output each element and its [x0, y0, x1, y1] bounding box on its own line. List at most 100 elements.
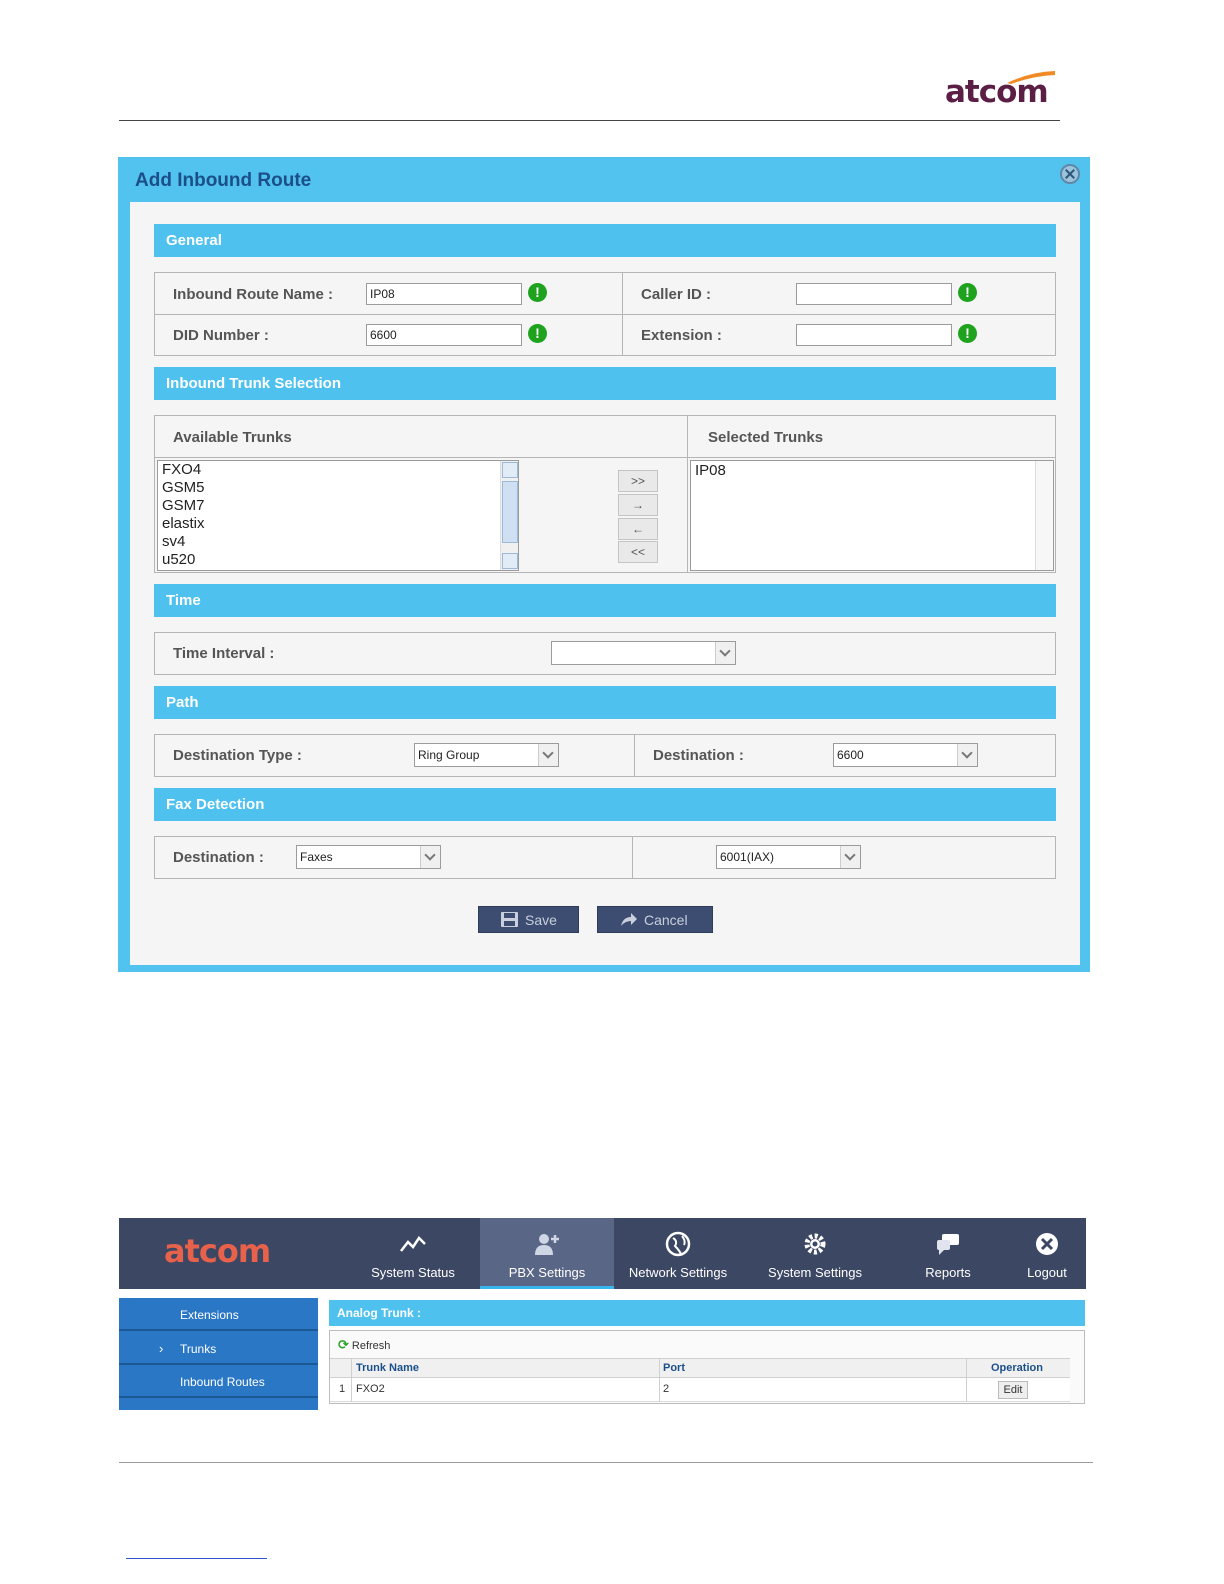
scroll-up-icon[interactable] — [502, 462, 518, 478]
dialog-body: General Inbound Route Name : IP08 ! Call… — [130, 202, 1080, 965]
top-nav-bar: atcom System Status PBX Settings Network… — [119, 1218, 1086, 1289]
did-number-input[interactable]: 6600 — [366, 324, 522, 346]
valid-icon: ! — [528, 283, 547, 302]
path-panel: Destination Type : Ring Group Destinatio… — [154, 734, 1056, 777]
sidebar-item-trunks[interactable]: › Trunks — [119, 1332, 318, 1365]
extension-label: Extension : — [641, 327, 722, 344]
valid-icon: ! — [958, 324, 977, 343]
chevron-down-icon — [957, 744, 977, 766]
available-trunks-list[interactable]: FXO4 GSM5 GSM7 elastix sv4 u520 — [157, 460, 519, 571]
fax-destination-label: Destination : — [173, 849, 264, 866]
scrollbar — [1035, 461, 1053, 570]
general-panel: Inbound Route Name : IP08 ! Caller ID : … — [154, 272, 1056, 356]
footer-rule — [119, 1462, 1093, 1463]
route-name-label: Inbound Route Name : — [173, 286, 333, 303]
remove-all-button[interactable]: << — [618, 541, 658, 563]
list-item[interactable]: IP08 — [691, 461, 1053, 480]
chevron-down-icon — [420, 846, 440, 868]
row-index: 1 — [339, 1383, 346, 1395]
chevron-right-icon: › — [159, 1341, 164, 1356]
selected-trunks-label: Selected Trunks — [708, 429, 824, 446]
time-interval-select[interactable] — [551, 641, 736, 665]
globe-icon — [665, 1231, 691, 1257]
trunk-grid: ⟳ Refresh Trunk Name Port Operation 1 FXO… — [329, 1330, 1085, 1404]
nav-logout[interactable]: Logout — [1014, 1218, 1080, 1289]
section-fax-heading: Fax Detection — [154, 788, 1056, 821]
nav-network-settings[interactable]: Network Settings — [618, 1218, 738, 1289]
destination-select[interactable]: 6600 — [833, 743, 978, 767]
cell-trunk-name: FXO2 — [356, 1383, 385, 1395]
edit-button[interactable]: Edit — [998, 1381, 1028, 1399]
nav-pbx-settings[interactable]: PBX Settings — [480, 1218, 614, 1289]
selected-trunks-list[interactable]: IP08 — [690, 460, 1054, 571]
list-item[interactable]: GSM7 — [158, 497, 518, 515]
sidebar-item-extensions[interactable]: Extensions — [119, 1298, 318, 1331]
fax-destination-select[interactable]: 6001(IAX) — [716, 845, 861, 869]
list-item[interactable]: elastix — [158, 515, 518, 533]
list-item[interactable]: sv4 — [158, 533, 518, 551]
column-header-trunk-name[interactable]: Trunk Name — [356, 1362, 419, 1374]
trunk-selection-panel: Available Trunks Selected Trunks FXO4 GS… — [154, 415, 1056, 573]
destination-type-label: Destination Type : — [173, 747, 302, 764]
pbx-web-ui: atcom System Status PBX Settings Network… — [119, 1218, 1086, 1410]
fax-destination-type-select[interactable]: Faxes — [296, 845, 441, 869]
section-general-heading: General — [154, 224, 1056, 257]
chevron-down-icon — [538, 744, 558, 766]
pbx-sidebar: Extensions › Trunks Inbound Routes — [119, 1298, 318, 1410]
nav-system-settings[interactable]: System Settings — [752, 1218, 878, 1289]
chat-icon — [937, 1234, 959, 1255]
chart-line-icon — [400, 1236, 426, 1252]
content-heading: Analog Trunk : — [329, 1300, 1085, 1326]
valid-icon: ! — [958, 283, 977, 302]
refresh-icon: ⟳ — [338, 1337, 349, 1352]
fax-panel: Destination : Faxes 6001(IAX) — [154, 836, 1056, 879]
save-icon — [501, 912, 518, 927]
remove-button[interactable]: ← — [618, 518, 658, 540]
available-trunks-label: Available Trunks — [173, 429, 292, 446]
close-circle-icon — [1036, 1233, 1058, 1255]
list-item[interactable]: FXO4 — [158, 461, 518, 479]
section-path-heading: Path — [154, 686, 1056, 719]
chevron-down-icon — [715, 642, 735, 664]
cell-port: 2 — [663, 1383, 670, 1395]
time-interval-label: Time Interval : — [173, 645, 275, 662]
list-item[interactable]: GSM5 — [158, 479, 518, 497]
add-button[interactable]: → — [618, 494, 658, 516]
nav-reports[interactable]: Reports — [909, 1218, 987, 1289]
atcom-logo: atcom — [945, 70, 1060, 110]
list-item[interactable]: u520 — [158, 551, 518, 569]
did-number-label: DID Number : — [173, 327, 269, 344]
chevron-down-icon — [840, 846, 860, 868]
add-user-icon — [535, 1234, 559, 1255]
add-all-button[interactable]: >> — [618, 470, 658, 492]
destination-label: Destination : — [653, 747, 744, 764]
destination-type-select[interactable]: Ring Group — [414, 743, 559, 767]
valid-icon: ! — [528, 324, 547, 343]
logo-text: atcom — [945, 74, 1049, 110]
section-time-heading: Time — [154, 584, 1056, 617]
save-button[interactable]: Save — [478, 906, 579, 933]
close-icon[interactable] — [1060, 164, 1080, 184]
add-inbound-route-dialog: Add Inbound Route General Inbound Route … — [118, 157, 1090, 972]
scroll-down-icon[interactable] — [502, 553, 518, 569]
pbx-logo: atcom — [164, 1232, 271, 1270]
scrollbar[interactable] — [500, 461, 518, 570]
header-rule — [119, 120, 1060, 121]
footer-link-underline — [126, 1558, 267, 1559]
cancel-button[interactable]: Cancel — [597, 906, 713, 933]
grid-header: Trunk Name Port Operation — [330, 1358, 1070, 1378]
refresh-button[interactable]: ⟳ Refresh — [338, 1337, 390, 1353]
section-trunk-selection-heading: Inbound Trunk Selection — [154, 367, 1056, 400]
sidebar-item-inbound-routes[interactable]: Inbound Routes — [119, 1365, 318, 1398]
caller-id-label: Caller ID : — [641, 286, 712, 303]
table-row[interactable]: 1 FXO2 2 Edit — [330, 1378, 1070, 1402]
column-header-port[interactable]: Port — [663, 1362, 685, 1374]
extension-input[interactable] — [796, 324, 952, 346]
column-header-operation[interactable]: Operation — [991, 1362, 1043, 1374]
time-panel: Time Interval : — [154, 632, 1056, 675]
caller-id-input[interactable] — [796, 283, 952, 305]
gear-icon — [804, 1233, 826, 1255]
route-name-input[interactable]: IP08 — [366, 283, 522, 305]
nav-system-status[interactable]: System Status — [354, 1218, 472, 1289]
scroll-thumb[interactable] — [502, 481, 518, 543]
